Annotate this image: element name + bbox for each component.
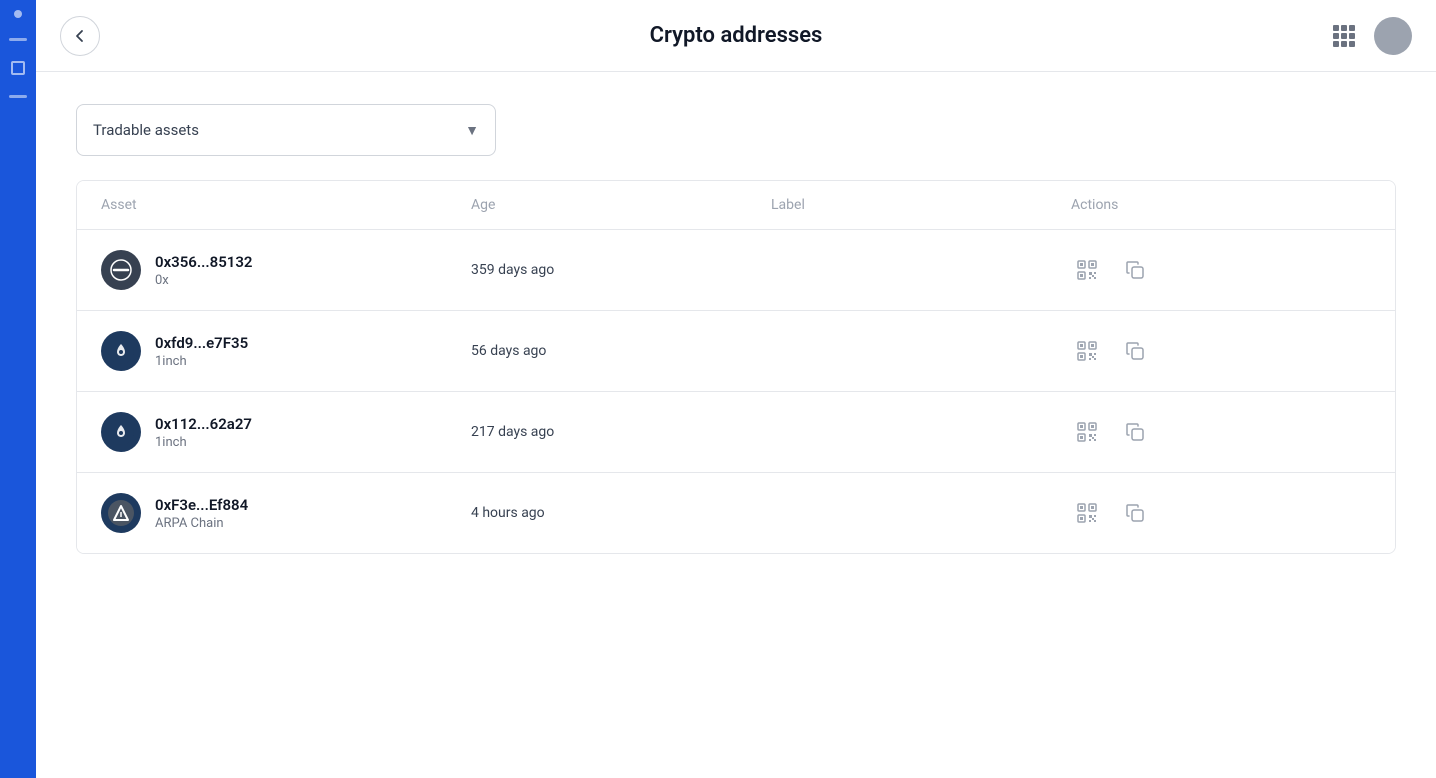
column-header-age: Age [471,197,771,213]
copy-icon-1 [1125,260,1145,280]
content-area: Tradable assets ▼ Asset Age Label Action… [36,72,1436,586]
grid-menu-button[interactable] [1326,18,1362,54]
asset-name-4: ARPA Chain [155,516,248,531]
qr-code-icon-3 [1076,421,1098,443]
table-header: Asset Age Label Actions [77,181,1395,230]
sidebar-item-1 [14,10,22,18]
asset-icon-2 [101,331,141,371]
asset-cell-4: 0xF3e...Ef884 ARPA Chain [101,493,471,533]
asset-icon-4 [101,493,141,533]
asset-address-4: 0xF3e...Ef884 [155,496,248,514]
sidebar-item-3 [11,61,25,75]
age-cell-2: 56 days ago [471,343,771,359]
filter-wrapper: Tradable assets ▼ [76,104,1396,156]
copy-icon-4 [1125,503,1145,523]
age-cell-3: 217 days ago [471,424,771,440]
chevron-down-icon: ▼ [465,122,479,139]
back-arrow-icon [72,28,88,44]
1inch-icon-2 [108,419,134,445]
arpa-icon [108,500,134,526]
asset-icon-1 [101,250,141,290]
sidebar-item-2 [9,38,27,41]
actions-cell-2 [1071,335,1371,367]
qr-code-button-3[interactable] [1071,416,1103,448]
back-button[interactable] [60,16,100,56]
copy-button-4[interactable] [1119,497,1151,529]
table-row: 0x112...62a27 1inch 217 days ago [77,392,1395,473]
asset-name-1: 0x [155,273,253,288]
qr-code-button-1[interactable] [1071,254,1103,286]
sidebar [0,0,36,778]
copy-button-2[interactable] [1119,335,1151,367]
table-row: 0xF3e...Ef884 ARPA Chain 4 hours ago [77,473,1395,553]
age-cell-4: 4 hours ago [471,505,771,521]
asset-info-4: 0xF3e...Ef884 ARPA Chain [155,496,248,531]
dropdown-label: Tradable assets [93,121,199,139]
1inch-icon-1 [108,338,134,364]
qr-code-icon-1 [1076,259,1098,281]
age-cell-1: 359 days ago [471,262,771,278]
crypto-addresses-table: Asset Age Label Actions 0x356...85132 [76,180,1396,554]
qr-code-icon-4 [1076,502,1098,524]
user-avatar[interactable] [1374,17,1412,55]
table-row: 0xfd9...e7F35 1inch 56 days ago [77,311,1395,392]
asset-cell-2: 0xfd9...e7F35 1inch [101,331,471,371]
actions-cell-4 [1071,497,1371,529]
copy-icon-3 [1125,422,1145,442]
column-header-label: Label [771,197,1071,213]
asset-info-1: 0x356...85132 0x [155,253,253,288]
column-header-actions: Actions [1071,197,1371,213]
grid-icon [1333,25,1355,47]
asset-address-3: 0x112...62a27 [155,415,252,433]
asset-address-2: 0xfd9...e7F35 [155,334,248,352]
copy-button-1[interactable] [1119,254,1151,286]
asset-name-2: 1inch [155,354,248,369]
asset-address-1: 0x356...85132 [155,253,253,271]
table-row: 0x356...85132 0x 359 days ago [77,230,1395,311]
qr-code-button-2[interactable] [1071,335,1103,367]
copy-button-3[interactable] [1119,416,1151,448]
tradable-assets-dropdown[interactable]: Tradable assets ▼ [76,104,496,156]
asset-cell-3: 0x112...62a27 1inch [101,412,471,452]
page-title: Crypto addresses [650,23,823,48]
header-right [1326,17,1412,55]
no-entry-icon [110,259,132,281]
qr-code-button-4[interactable] [1071,497,1103,529]
column-header-asset: Asset [101,197,471,213]
actions-cell-3 [1071,416,1371,448]
actions-cell-1 [1071,254,1371,286]
asset-icon-3 [101,412,141,452]
header: Crypto addresses [36,0,1436,72]
asset-info-2: 0xfd9...e7F35 1inch [155,334,248,369]
main-area: Crypto addresses Tradable assets ▼ [36,0,1436,778]
qr-code-icon-2 [1076,340,1098,362]
sidebar-item-4 [9,95,27,98]
header-left [60,16,100,56]
asset-cell-1: 0x356...85132 0x [101,250,471,290]
copy-icon-2 [1125,341,1145,361]
asset-name-3: 1inch [155,435,252,450]
asset-info-3: 0x112...62a27 1inch [155,415,252,450]
